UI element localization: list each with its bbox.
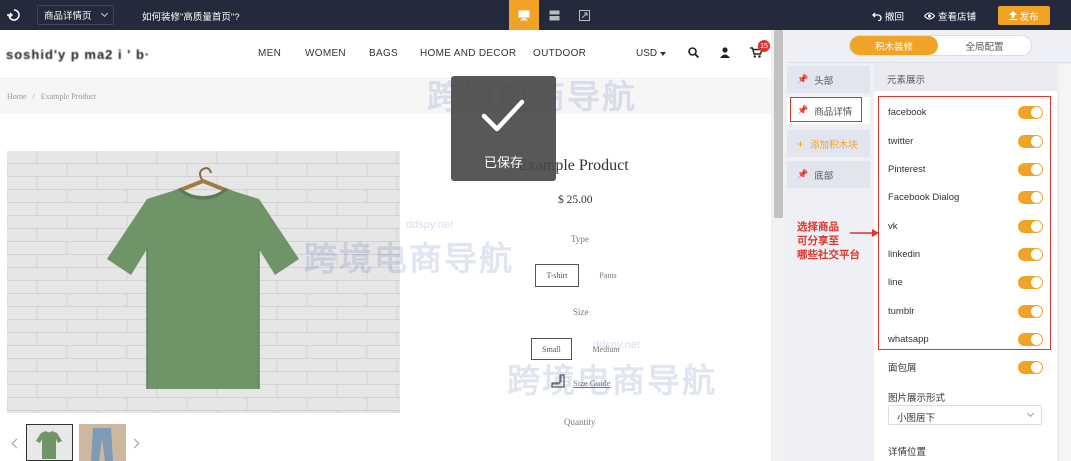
upload-icon [1009,11,1018,20]
section-header[interactable]: 📌 头部 [787,66,870,93]
tab-blocks[interactable]: 积木装修 [850,36,938,55]
currency-select[interactable]: USD [636,48,667,59]
view-store-button[interactable]: 查看店铺 [924,9,976,23]
fullscreen-button[interactable] [569,0,599,30]
panel-scrollbar[interactable] [1060,64,1071,461]
image-mode-select[interactable]: 小图居下 [888,405,1042,425]
tshirt-photo [7,151,400,413]
publish-button[interactable]: 发布 [998,6,1050,25]
desktop-icon [518,10,530,20]
chevron-down-icon [100,9,109,18]
help-link[interactable]: 如何装修"高质量首页"? [142,9,240,23]
product-price: $ 25.00 [558,194,593,206]
cart-count-badge: 15 [758,40,770,52]
jeans-thumb-icon [79,424,126,461]
thumbnail-jeans[interactable] [79,424,126,461]
image-mode-value: 小图居下 [897,413,936,424]
ruler-icon [551,374,565,388]
type-label: Type [571,234,589,244]
nav-item-men[interactable]: MEN [258,48,281,59]
undo-icon [872,12,882,21]
watermark-text: 跨境电商导航 [507,362,717,399]
annotation-line: 哪些社交平台 [797,250,860,261]
arrow-right-icon [850,229,879,237]
view-store-label: 查看店铺 [938,12,977,23]
caret-down-icon [660,51,667,56]
product-main-image[interactable] [7,151,400,413]
thumbnail-strip [7,424,207,461]
pin-icon: 📌 [797,74,809,84]
type-option-tshirt[interactable]: T-shirt [535,264,579,287]
page-select-value: 商品详情页 [44,11,92,22]
watermark-site: ddspy.net [406,219,453,231]
add-block-button[interactable]: + 添加积木块 [787,130,870,157]
fullscreen-icon [578,9,590,21]
saved-label: 已保存 [483,155,523,170]
pin-icon: 📌 [797,169,809,179]
add-block-label: 添加积木块 [810,139,858,151]
currency-value: USD [636,48,658,59]
publish-label: 发布 [1019,11,1039,23]
top-bar: 商品详情页 如何装修"高质量首页"? 撤回 查看店铺 发布 [0,0,1071,30]
desktop-view-button[interactable] [509,0,539,30]
saved-toast: 已保存 [451,76,556,181]
page-select[interactable]: 商品详情页 [37,5,114,25]
size-label: Size [573,307,589,317]
size-guide-link[interactable]: Size Guide [573,378,611,388]
chevron-down-icon [1026,409,1035,418]
nav-item-women[interactable]: WOMEN [305,48,346,59]
user-icon[interactable] [720,47,730,58]
eye-icon [924,12,935,20]
detail-position-label: 详情位置 [888,447,927,458]
undo-button[interactable]: 撤回 [872,9,904,23]
annotation-highlight-section [790,97,862,122]
quantity-label: Quantity [564,417,596,427]
element-display-header: 元素展示 [874,64,1057,91]
section-header-label: 头部 [814,75,834,87]
breadcrumb-home[interactable]: Home [7,92,27,101]
tablet-view-button[interactable] [539,0,569,30]
toggle-label: 面包屑 [888,363,917,374]
nav-item-outdoor[interactable]: OUTDOOR [533,48,586,59]
breadcrumb: Home / Example Product [7,92,96,101]
panel-tabs: 积木装修 全局配置 [849,35,1032,56]
tab-global-config[interactable]: 全局配置 [938,36,1031,55]
image-mode-label: 图片展示形式 [888,393,946,404]
section-footer[interactable]: 📌 底部 [787,161,870,188]
thumb-next-icon[interactable] [129,438,140,449]
store-header: soshid'y p ma2 i ' b· MEN WOMEN BAGS HOM… [0,30,771,79]
layout-icon [549,10,559,20]
undo-label: 撤回 [885,12,905,23]
nav-item-home-decor[interactable]: HOME AND DECOR [420,48,516,59]
store-logo[interactable]: soshid'y p ma2 i ' b· [6,47,150,62]
thumb-prev-icon[interactable] [11,438,22,449]
preview-scrollbar-thumb[interactable] [774,30,783,218]
plus-icon: + [797,136,805,151]
size-option-small[interactable]: Small [531,338,572,360]
size-option-medium[interactable]: Medium [586,338,626,360]
nav-item-bags[interactable]: BAGS [369,48,398,59]
panel-divider [787,62,1071,63]
breadcrumb-separator: / [32,92,35,101]
breadcrumb-bar: Home / Example Product [0,80,771,114]
breadcrumb-current: Example Product [40,92,97,101]
toggle-row-breadcrumb: 面包屑 [888,358,1043,376]
tshirt-thumb-icon [36,431,62,459]
toggle-switch[interactable] [1018,360,1043,374]
check-icon [481,99,525,132]
annotation-highlight-social [878,96,1051,350]
section-footer-label: 底部 [814,170,834,182]
exit-icon[interactable] [6,8,20,22]
type-option-pants[interactable]: Pants [592,264,624,287]
search-icon[interactable] [688,47,699,58]
thumbnail-tshirt[interactable] [26,424,73,461]
